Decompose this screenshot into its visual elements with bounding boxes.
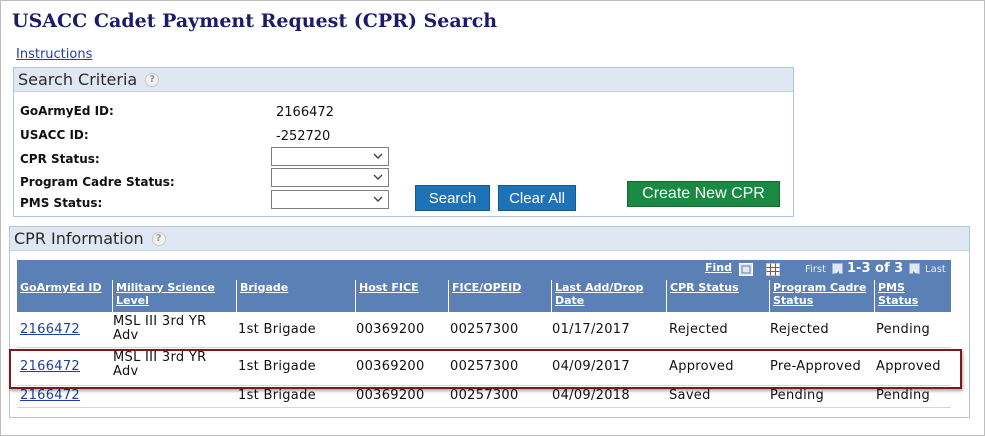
pms-status-cell: Pending bbox=[876, 322, 931, 337]
program-cadre-status-cell: Rejected bbox=[770, 322, 829, 337]
brigade-cell: 1st Brigade bbox=[238, 322, 316, 337]
grid-header: GoArmyEd ID Military Science Level Briga… bbox=[17, 280, 951, 312]
cpr-status-cell: Approved bbox=[669, 359, 734, 374]
first-label[interactable]: First bbox=[805, 264, 826, 275]
military-science-level-cell: MSL III 3rd YR Adv bbox=[113, 314, 207, 343]
host-fice-cell: 00369200 bbox=[356, 322, 425, 337]
fice-opeid-cell: 00257300 bbox=[450, 388, 519, 403]
instructions-link[interactable]: Instructions bbox=[16, 47, 92, 62]
last-label[interactable]: Last bbox=[925, 264, 946, 275]
column-cpr-status[interactable]: CPR Status bbox=[666, 280, 769, 312]
page-title: USACC Cadet Payment Request (CPR) Search bbox=[12, 10, 498, 32]
table-row: 2166472 MSL III 3rd YR Adv 1st Brigade 0… bbox=[17, 312, 951, 348]
column-brigade[interactable]: Brigade bbox=[236, 280, 355, 312]
download-icon[interactable] bbox=[766, 263, 780, 276]
help-icon[interactable]: ? bbox=[145, 72, 160, 87]
program-cadre-status-cell: Pre-Approved bbox=[770, 359, 862, 374]
search-criteria-section: Search Criteria ? GoArmyEd ID: 2166472 U… bbox=[13, 67, 794, 217]
goarmyed-id-value: 2166472 bbox=[276, 105, 334, 120]
brigade-cell: 1st Brigade bbox=[238, 388, 316, 403]
goarmyed-id-link[interactable]: 2166472 bbox=[20, 388, 80, 403]
cpr-information-title: CPR Information bbox=[14, 229, 144, 248]
pms-status-cell: Approved bbox=[876, 359, 941, 374]
host-fice-cell: 00369200 bbox=[356, 388, 425, 403]
last-add-drop-date-cell: 04/09/2017 bbox=[552, 359, 630, 374]
table-row: 2166472 MSL III 3rd YR Adv 1st Brigade 0… bbox=[17, 348, 951, 386]
cpr-status-cell: Rejected bbox=[669, 322, 728, 337]
search-criteria-header: Search Criteria ? bbox=[14, 68, 793, 92]
goarmyed-id-label: GoArmyEd ID: bbox=[20, 104, 114, 118]
page-range: 1-3 of 3 bbox=[847, 261, 904, 276]
next-arrow-icon[interactable] bbox=[909, 263, 920, 278]
host-fice-cell: 00369200 bbox=[356, 359, 425, 374]
program-cadre-status-cell: Pending bbox=[770, 388, 825, 403]
last-add-drop-date-cell: 04/09/2018 bbox=[552, 388, 630, 403]
goarmyed-id-link[interactable]: 2166472 bbox=[20, 322, 80, 337]
pms-status-cell: Pending bbox=[876, 388, 931, 403]
find-link[interactable]: Find bbox=[705, 261, 732, 274]
last-add-drop-date-cell: 01/17/2017 bbox=[552, 322, 630, 337]
grid-view-icon[interactable] bbox=[739, 263, 753, 276]
cpr-status-select[interactable] bbox=[271, 147, 389, 166]
previous-arrow-icon[interactable] bbox=[832, 263, 843, 278]
program-cadre-status-select[interactable] bbox=[271, 168, 389, 187]
column-program-cadre-status[interactable]: Program Cadre Status bbox=[769, 280, 874, 312]
usacc-id-value: -252720 bbox=[276, 129, 331, 144]
chevron-down-icon bbox=[373, 174, 383, 180]
cpr-status-cell: Saved bbox=[669, 388, 711, 403]
column-fice-opeid[interactable]: FICE/OPEID bbox=[448, 280, 551, 312]
usacc-id-label: USACC ID: bbox=[20, 128, 89, 142]
cpr-information-header: CPR Information ? bbox=[10, 227, 969, 251]
column-pms-status[interactable]: PMS Status bbox=[874, 280, 951, 312]
create-new-cpr-button[interactable]: Create New CPR bbox=[627, 181, 780, 207]
search-criteria-title: Search Criteria bbox=[18, 70, 138, 89]
pms-status-label: PMS Status: bbox=[20, 196, 103, 210]
military-science-level-cell: MSL III 3rd YR Adv bbox=[113, 350, 207, 379]
fice-opeid-cell: 00257300 bbox=[450, 322, 519, 337]
goarmyed-id-link[interactable]: 2166472 bbox=[20, 359, 80, 374]
column-last-add-drop-date[interactable]: Last Add/Drop Date bbox=[551, 280, 666, 312]
column-military-science-level[interactable]: Military Science Level bbox=[112, 280, 236, 312]
column-goarmyed-id[interactable]: GoArmyEd ID bbox=[17, 280, 112, 312]
pms-status-select[interactable] bbox=[271, 190, 389, 209]
clear-all-button[interactable]: Clear All bbox=[498, 185, 576, 211]
chevron-down-icon bbox=[373, 153, 383, 159]
program-cadre-status-label: Program Cadre Status: bbox=[20, 175, 175, 189]
brigade-cell: 1st Brigade bbox=[238, 359, 316, 374]
help-icon[interactable]: ? bbox=[151, 231, 166, 246]
grid-toolbar: Find First 1-3 of 3 Last bbox=[17, 260, 951, 280]
fice-opeid-cell: 00257300 bbox=[450, 359, 519, 374]
chevron-down-icon bbox=[373, 196, 383, 202]
column-host-fice[interactable]: Host FICE bbox=[355, 280, 448, 312]
search-button[interactable]: Search bbox=[415, 185, 490, 211]
cpr-status-label: CPR Status: bbox=[20, 152, 100, 166]
table-row: 2166472 1st Brigade 00369200 00257300 04… bbox=[17, 386, 951, 408]
